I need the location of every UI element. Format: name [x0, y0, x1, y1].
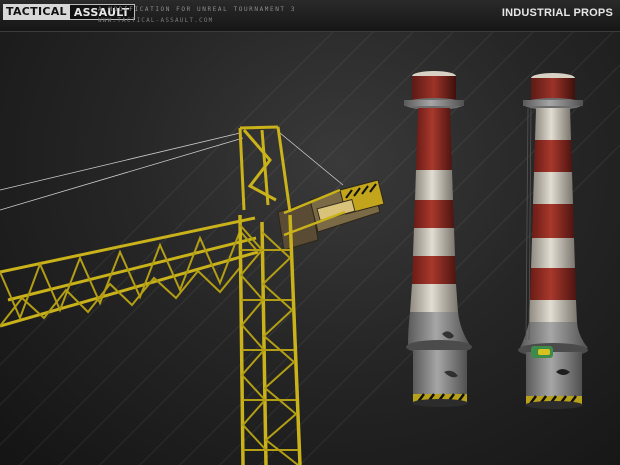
page-title: INDUSTRIAL PROPS — [501, 7, 613, 19]
website-link[interactable]: WWW.TACTICAL-ASSAULT.COM — [98, 17, 214, 24]
chimney-stack-left — [404, 71, 472, 407]
render-scene — [0, 0, 620, 465]
tower-crane — [0, 125, 385, 465]
mod-subtitle: A MODIFICATION FOR UNREAL TOURNAMENT 3 — [98, 6, 297, 13]
screenshot-stage: TACTICAL ASSAULT A MODIFICATION FOR UNRE… — [0, 0, 620, 465]
header-bar: TACTICAL ASSAULT A MODIFICATION FOR UNRE… — [0, 0, 620, 32]
chimney-stack-right — [518, 73, 588, 409]
logo-text-tactical: TACTICAL — [3, 4, 70, 20]
